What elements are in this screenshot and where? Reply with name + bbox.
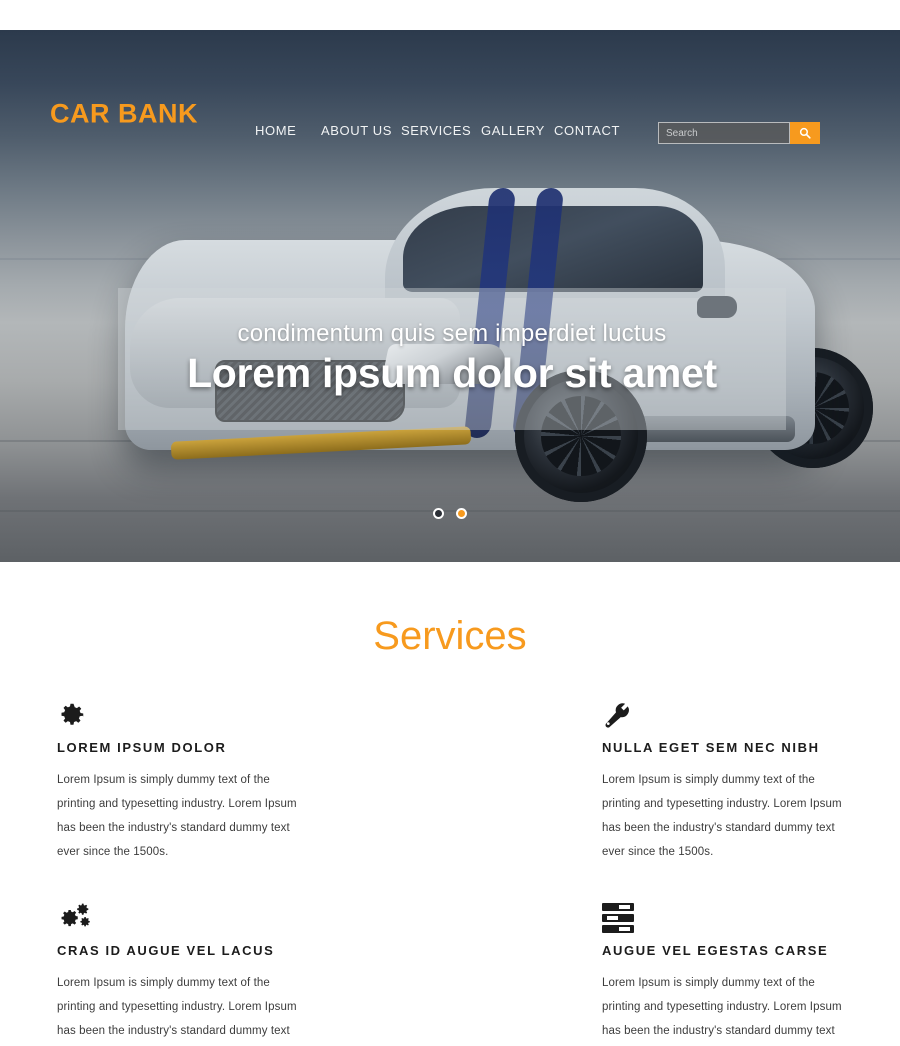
service-body: Lorem Ipsum is simply dummy text of the … <box>57 976 297 1037</box>
page-root: CAR BANK HOME ABOUT US SERVICES GALLERY … <box>0 0 900 1046</box>
services-right-column: NULLA EGET SEM NEC NIBH Lorem Ipsum is s… <box>602 690 852 1046</box>
service-title: AUGUE VEL EGESTAS CARSE <box>602 942 829 958</box>
top-white-strip <box>0 0 900 30</box>
double-gear-icon <box>57 893 307 933</box>
service-title: CRAS ID AUGUE VEL LACUS <box>57 942 275 958</box>
service-card: AUGUE VEL EGESTAS CARSE Lorem Ipsum is s… <box>602 893 852 1046</box>
nav-item-gallery[interactable]: GALLERY <box>481 123 554 138</box>
service-body: Lorem Ipsum is simply dummy text of the … <box>57 774 297 859</box>
nav-item-services[interactable]: SERVICES <box>401 123 481 138</box>
server-bar <box>602 924 634 933</box>
hero-subtitle: condimentum quis sem imperdiet luctus <box>237 320 667 347</box>
services-heading: Services <box>373 614 527 658</box>
service-title: NULLA EGET SEM NEC NIBH <box>602 740 820 755</box>
service-body: Lorem Ipsum is simply dummy text of the … <box>602 774 842 859</box>
gear-icon <box>57 690 307 730</box>
service-card: LOREM IPSUM DOLOR Lorem Ipsum is simply … <box>57 690 307 865</box>
server-bar <box>602 913 634 922</box>
nav-item-about-us[interactable]: ABOUT US <box>321 123 401 138</box>
server-bars-icon <box>602 893 852 933</box>
slider-dots <box>0 508 900 519</box>
wrench-icon <box>602 690 852 730</box>
services-left-column: LOREM IPSUM DOLOR Lorem Ipsum is simply … <box>57 690 307 1046</box>
hero-title: Lorem ipsum dolor sit amet <box>187 350 717 396</box>
search-input[interactable] <box>658 122 790 144</box>
services-section: Services LOREM IPSUM DOLOR Lorem Ipsum i… <box>0 562 900 1046</box>
service-card: CRAS ID AUGUE VEL LACUS Lorem Ipsum is s… <box>57 893 307 1046</box>
nav-item-home[interactable]: HOME <box>255 123 321 138</box>
service-body: Lorem Ipsum is simply dummy text of the … <box>602 976 842 1037</box>
nav-item-contact[interactable]: CONTACT <box>554 123 624 138</box>
site-logo[interactable]: CAR BANK <box>50 99 198 130</box>
server-bar <box>602 902 634 911</box>
slider-dot-1[interactable] <box>433 508 444 519</box>
site-header: CAR BANK HOME ABOUT US SERVICES GALLERY … <box>0 30 900 150</box>
hero-caption-overlay: condimentum quis sem imperdiet luctus Lo… <box>118 288 786 430</box>
service-card: NULLA EGET SEM NEC NIBH Lorem Ipsum is s… <box>602 690 852 865</box>
main-navigation: HOME ABOUT US SERVICES GALLERY CONTACT <box>255 123 624 138</box>
search-icon <box>799 127 811 139</box>
hero-banner: CAR BANK HOME ABOUT US SERVICES GALLERY … <box>0 30 900 562</box>
search-box <box>658 122 820 144</box>
service-title: LOREM IPSUM DOLOR <box>57 740 227 755</box>
search-button[interactable] <box>790 122 820 144</box>
slider-dot-2[interactable] <box>456 508 467 519</box>
